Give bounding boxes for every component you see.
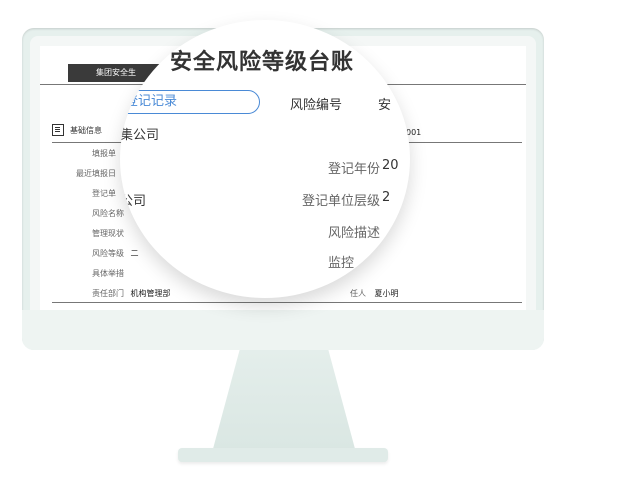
field-label: 任人 <box>350 289 366 298</box>
monitor-stand-base <box>178 448 388 462</box>
zoom-lens: 安全风险等级台账 登记记录 风险编号 安 集公司 公司 登记年份 20 登记单位… <box>120 20 410 298</box>
field-label-registration-year: 登记年份 <box>328 162 381 177</box>
field-value-registration-year: 20 <box>382 158 399 173</box>
section-title: 基础信息 <box>52 124 102 136</box>
field-label-unit-level: 登记单位层级 <box>302 194 381 209</box>
field-label: 登记单 <box>92 189 116 198</box>
field-label: 具体举措 <box>92 269 124 278</box>
risk-id-fragment: 001 <box>406 128 422 137</box>
top-nav-label: 集团安全生 <box>96 68 136 77</box>
column-header-risk-id: 风险编号 <box>290 98 343 113</box>
field-value-unit-level: 2 <box>382 190 391 205</box>
field-label-monitoring: 监控 <box>328 256 355 271</box>
field-value: 机构管理部 <box>130 289 171 298</box>
form-row: 登记单 <box>92 188 116 199</box>
document-icon <box>52 124 64 136</box>
monitor-chin <box>22 310 544 350</box>
field-label-risk-description: 风险描述 <box>328 226 381 241</box>
section-title-text: 基础信息 <box>70 125 102 135</box>
bottom-divider <box>52 302 522 303</box>
field-label: 风险名称 <box>92 209 124 218</box>
field-label: 管理现状 <box>92 229 124 238</box>
responsible-person: 任人 夏小明 <box>350 288 399 299</box>
field-label: 最近填报日 <box>76 169 116 178</box>
tab-registration-records[interactable]: 登记记录 <box>120 90 260 114</box>
form-row: 管理现状 <box>92 228 124 239</box>
field-label: 责任部门 <box>92 289 124 298</box>
form-row: 风险等级 二 <box>92 248 139 259</box>
column-header-fragment: 安 <box>378 98 392 113</box>
company-name: 集公司 <box>120 128 160 143</box>
company-name: 公司 <box>120 194 147 209</box>
form-row: 风险名称 <box>92 208 124 219</box>
form-row: 责任部门 机构管理部 <box>92 288 171 299</box>
field-value: 夏小明 <box>374 289 399 298</box>
form-row: 最近填报日 <box>76 168 116 179</box>
form-row: 具体举措 <box>92 268 124 279</box>
field-label: 风险等级 <box>92 249 124 258</box>
field-label: 填报单 <box>92 149 116 158</box>
page-title: 安全风险等级台账 <box>170 50 355 75</box>
field-value: 二 <box>130 249 139 258</box>
monitor-stand-neck <box>210 350 358 460</box>
form-row: 填报单 <box>92 148 116 159</box>
